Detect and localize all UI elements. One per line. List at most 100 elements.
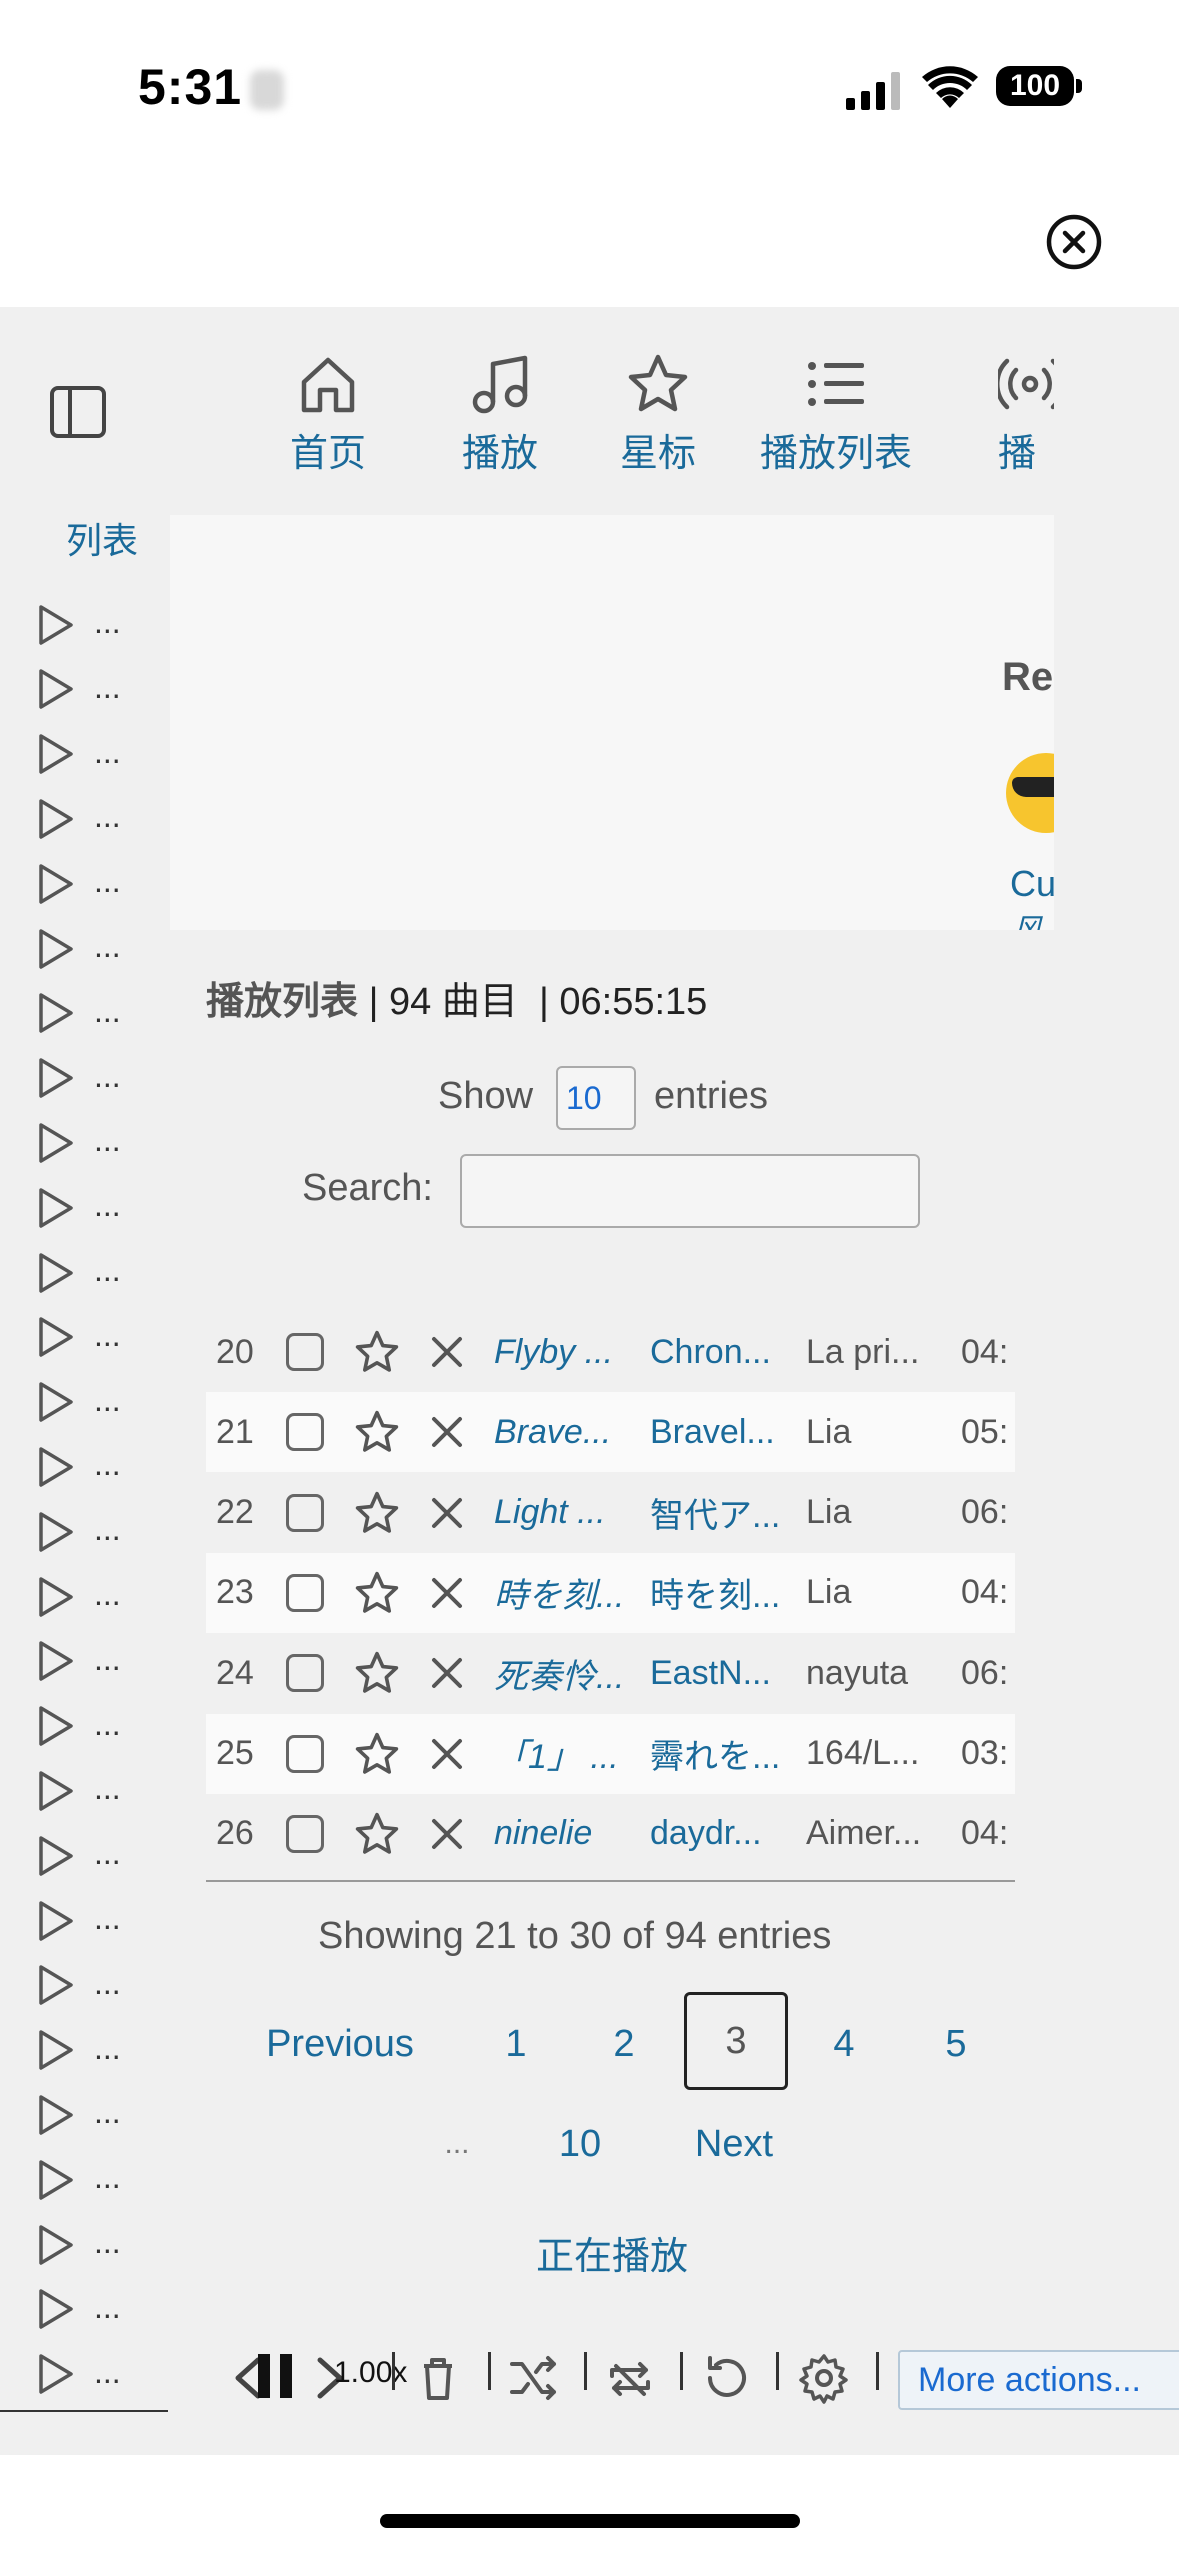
- pagination-next[interactable]: Next: [674, 2110, 794, 2178]
- sidebar-item[interactable]: ...: [36, 981, 121, 1046]
- track-album[interactable]: 時を刻...: [650, 1553, 790, 1633]
- track-checkbox[interactable]: [286, 1794, 324, 1874]
- track-title[interactable]: 「1」 ...: [494, 1714, 634, 1794]
- sidebar-item[interactable]: ...: [36, 592, 121, 657]
- sidebar-item[interactable]: ...: [36, 1434, 121, 1499]
- track-checkbox[interactable]: [286, 1473, 324, 1553]
- table-row[interactable]: 26 ninelie daydr... Aimer... 04:: [206, 1794, 1015, 1874]
- sidebar-item[interactable]: ...: [36, 916, 121, 981]
- remove-track-button[interactable]: [430, 1794, 464, 1874]
- sidebar-item[interactable]: ...: [36, 1629, 121, 1694]
- remove-track-button[interactable]: [430, 1473, 464, 1553]
- star-track-button[interactable]: [354, 1392, 400, 1472]
- sidebar-item[interactable]: ...: [36, 786, 121, 851]
- sidebar-item[interactable]: ...: [36, 722, 121, 787]
- player-separator: [680, 2352, 683, 2390]
- remove-track-button[interactable]: [430, 1312, 464, 1392]
- pause-icon[interactable]: [250, 2350, 306, 2406]
- close-icon[interactable]: [1046, 214, 1102, 270]
- pagination-page-5[interactable]: 5: [924, 2010, 988, 2078]
- pagination-page-10[interactable]: 10: [540, 2110, 620, 2178]
- sidebar-item[interactable]: ...: [36, 1499, 121, 1564]
- settings-gear-icon[interactable]: [796, 2350, 852, 2406]
- entries-select[interactable]: 10: [556, 1066, 636, 1130]
- star-track-button[interactable]: [354, 1553, 400, 1633]
- banner-link[interactable]: Cu: [1010, 863, 1054, 905]
- star-track-button[interactable]: [354, 1473, 400, 1553]
- more-actions-select[interactable]: More actions...: [898, 2350, 1179, 2410]
- table-row[interactable]: 23 時を刻... 時を刻... Lia 04:: [206, 1552, 1015, 1633]
- track-album[interactable]: EastN...: [650, 1633, 790, 1713]
- star-track-button[interactable]: [354, 1312, 400, 1392]
- star-track-button[interactable]: [354, 1714, 400, 1794]
- star-track-button[interactable]: [354, 1633, 400, 1713]
- sidebar-item[interactable]: ...: [36, 1694, 121, 1759]
- track-album[interactable]: 霽れを...: [650, 1714, 790, 1794]
- trash-icon[interactable]: [410, 2350, 466, 2406]
- sidebar-item[interactable]: ...: [36, 1823, 121, 1888]
- sidebar-item[interactable]: ...: [36, 1564, 121, 1629]
- track-album[interactable]: Bravel...: [650, 1392, 790, 1472]
- nav-home[interactable]: 首页: [290, 352, 366, 477]
- sidebar-item[interactable]: ...: [36, 1953, 121, 2018]
- table-row[interactable]: 25 「1」 ... 霽れを... 164/L... 03:: [206, 1713, 1015, 1794]
- sidebar-item[interactable]: ...: [36, 2082, 121, 2147]
- pagination-page-2[interactable]: 2: [592, 2010, 656, 2078]
- nav-play[interactable]: 播放: [462, 352, 538, 477]
- track-checkbox[interactable]: [286, 1714, 324, 1794]
- remove-track-button[interactable]: [430, 1392, 464, 1472]
- sidebar-item[interactable]: ...: [36, 657, 121, 722]
- track-title[interactable]: Flyby ...: [494, 1312, 634, 1392]
- pagination-page-1[interactable]: 1: [484, 2010, 548, 2078]
- track-title[interactable]: Brave...: [494, 1392, 634, 1472]
- track-title[interactable]: 死奏怜...: [494, 1633, 634, 1713]
- sidebar-item[interactable]: ...: [36, 1758, 121, 1823]
- sidebar-item[interactable]: ...: [36, 851, 121, 916]
- sidebar-item[interactable]: ...: [36, 1240, 121, 1305]
- nav-podcast[interactable]: 播客: [998, 352, 1054, 480]
- track-album[interactable]: daydr...: [650, 1794, 790, 1874]
- pagination-previous[interactable]: Previous: [250, 2010, 430, 2078]
- sidebar-item[interactable]: ...: [36, 1110, 121, 1175]
- remove-track-button[interactable]: [430, 1633, 464, 1713]
- sidebar-item[interactable]: ...: [36, 1888, 121, 1953]
- remove-track-button[interactable]: [430, 1553, 464, 1633]
- sidebar-item-label: ...: [94, 928, 121, 964]
- table-row[interactable]: 24 死奏怜... EastN... nayuta 06:: [206, 1633, 1015, 1713]
- remove-track-button[interactable]: [430, 1714, 464, 1794]
- sidebar-item[interactable]: ...: [36, 1370, 121, 1435]
- play-icon: [39, 1576, 73, 1617]
- playback-speed[interactable]: 1.00x: [334, 2356, 407, 2390]
- track-title[interactable]: Light ...: [494, 1473, 634, 1553]
- star-track-button[interactable]: [354, 1794, 400, 1874]
- track-title[interactable]: ninelie: [494, 1794, 634, 1874]
- table-row[interactable]: 22 Light ... 智代ア... Lia 06:: [206, 1473, 1015, 1553]
- track-album[interactable]: Chron...: [650, 1312, 790, 1392]
- replay-icon[interactable]: [698, 2350, 754, 2406]
- sidebar-item[interactable]: ...: [36, 2277, 121, 2342]
- pagination-page-3-current[interactable]: 3: [684, 1992, 788, 2090]
- table-row[interactable]: 20 Flyby ... Chron... La pri... 04:: [206, 1312, 1015, 1392]
- sidebar-item[interactable]: ...: [36, 1046, 121, 1111]
- track-checkbox[interactable]: [286, 1312, 324, 1392]
- shuffle-icon[interactable]: [506, 2350, 562, 2406]
- sidebar-item[interactable]: ...: [36, 1175, 121, 1240]
- sidebar-item[interactable]: ...: [36, 2018, 121, 2083]
- pagination-page-4[interactable]: 4: [812, 2010, 876, 2078]
- track-checkbox[interactable]: [286, 1633, 324, 1713]
- now-playing-link[interactable]: 正在播放: [536, 2225, 688, 2280]
- table-row[interactable]: 21 Brave... Bravel... Lia 05:: [206, 1392, 1015, 1473]
- sidebar-item[interactable]: ...: [36, 2342, 121, 2407]
- sidebar-toggle-icon[interactable]: [48, 384, 108, 440]
- nav-playlist[interactable]: 播放列表: [760, 352, 912, 477]
- track-checkbox[interactable]: [286, 1392, 324, 1472]
- sidebar-item[interactable]: ...: [36, 2212, 121, 2277]
- sidebar-item[interactable]: ...: [36, 2147, 121, 2212]
- nav-starred[interactable]: 星标: [620, 352, 696, 477]
- search-input[interactable]: [460, 1154, 920, 1228]
- track-checkbox[interactable]: [286, 1553, 324, 1633]
- repeat-icon[interactable]: [602, 2350, 658, 2406]
- track-album[interactable]: 智代ア...: [650, 1473, 790, 1553]
- sidebar-item[interactable]: ...: [36, 1305, 121, 1370]
- track-title[interactable]: 時を刻...: [494, 1553, 634, 1633]
